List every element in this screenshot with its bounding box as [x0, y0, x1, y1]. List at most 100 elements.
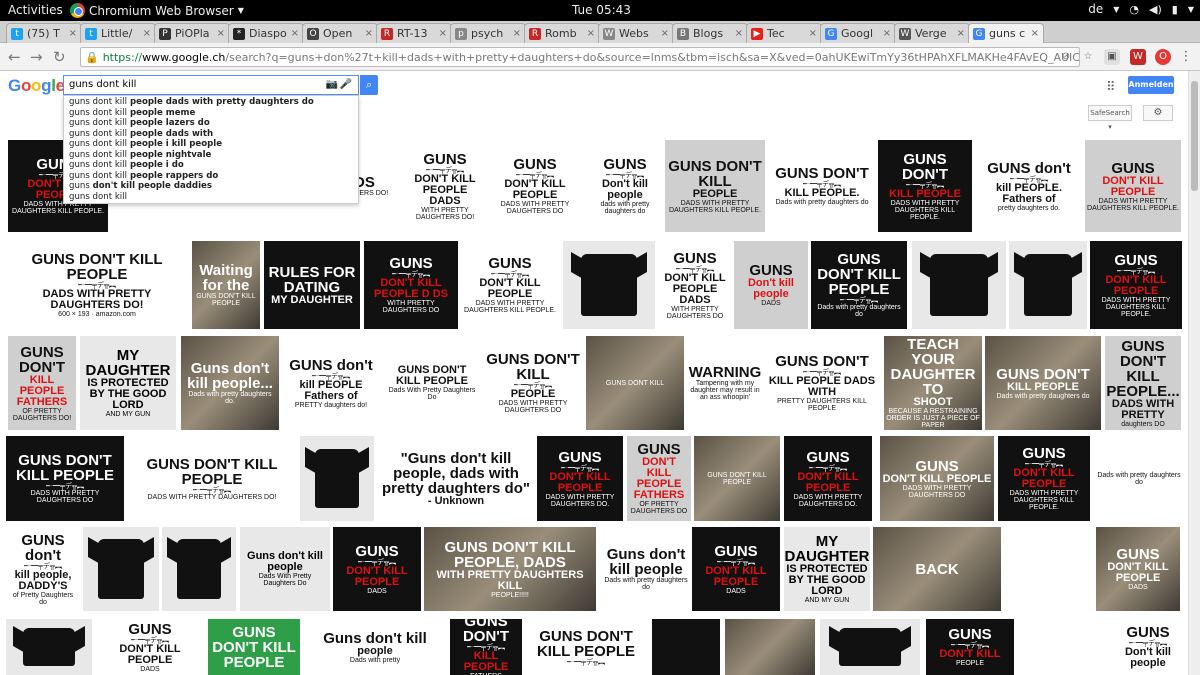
browser-tab[interactable]: W Verge ×: [894, 23, 970, 43]
image-result[interactable]: Guns don't kill people Dads With Pretty D…: [240, 527, 330, 611]
image-result[interactable]: GUNS DON'T KILL PEOPLE ╾━╤デ╦︻ DADS WITH PR…: [8, 241, 186, 329]
image-result[interactable]: GUNS Don't kill people DADS: [734, 241, 808, 329]
image-result[interactable]: [912, 241, 1006, 329]
close-tab-icon[interactable]: ×: [67, 28, 77, 39]
browser-tab[interactable]: W Webs ×: [598, 23, 674, 43]
close-tab-icon[interactable]: ×: [437, 28, 447, 39]
image-result[interactable]: GUNS DONT KILL: [586, 336, 684, 430]
browser-tab[interactable]: Gguns c ×: [968, 23, 1044, 43]
menu-icon[interactable]: ⋮: [1178, 49, 1194, 65]
image-result[interactable]: Guns don't kill people Dads with pretty d…: [599, 527, 693, 611]
close-tab-icon[interactable]: ×: [807, 28, 817, 39]
close-tab-icon[interactable]: ×: [955, 28, 965, 39]
image-result[interactable]: [1009, 241, 1087, 329]
image-result[interactable]: GUNS ╾━╤デ╦︻ DON'T KILL PEOPLE DADS WITH PRE…: [405, 140, 485, 232]
image-result[interactable]: [1004, 527, 1092, 611]
activities-button[interactable]: Activities: [8, 3, 63, 17]
image-result[interactable]: GUNS DON'T KILL PEOPLE DADS WITH PRETTY DA…: [880, 436, 994, 521]
image-result[interactable]: Waiting for the GUNS DON'T KILL PEOPLE: [192, 241, 260, 329]
image-result[interactable]: GUNS DON'T KILL PEOPLE, DADS WITH PRETTY …: [424, 527, 596, 611]
extension-icon[interactable]: ▣: [1104, 49, 1120, 65]
image-result[interactable]: [83, 527, 159, 611]
close-tab-icon[interactable]: ×: [1029, 28, 1039, 39]
image-result[interactable]: Guns don't kill people... Dads with prett…: [181, 336, 279, 430]
close-tab-icon[interactable]: ×: [289, 28, 299, 39]
suggestion-item[interactable]: guns dont kill: [64, 192, 358, 203]
image-result[interactable]: GUNS ╾━╤デ╦︻ Don't kill people dads with pre…: [587, 140, 663, 232]
suggestion-item[interactable]: guns dont kill people meme: [64, 108, 358, 119]
suggestion-item[interactable]: guns dont kill people i kill people: [64, 139, 358, 150]
image-result[interactable]: GUNS DON'T KILL PEOPLE: [208, 619, 300, 675]
image-result[interactable]: GUNS DON'T ╾━╤デ╦︻ KILL PEOPLE DADS WITH PRE…: [764, 336, 880, 430]
safesearch-button[interactable]: SafeSearch ▾: [1088, 105, 1132, 131]
image-result[interactable]: BACK: [873, 527, 1001, 611]
image-result[interactable]: GUNS DON'T╾━╤デ╦︻KILL PEOPLEFATHERS: [450, 619, 522, 675]
browser-tab[interactable]: p psych ×: [450, 23, 526, 43]
suggestion-item[interactable]: guns don't kill people daddies: [64, 181, 358, 192]
bookmark-star-icon[interactable]: ☆: [1080, 49, 1096, 65]
image-result[interactable]: GUNS DON'T KILL PEOPLE FATHERS OF PRETTY D…: [8, 336, 76, 430]
suggestion-item[interactable]: guns dont kill people nightvale: [64, 150, 358, 161]
image-result[interactable]: Guns don't kill people Dads with pretty: [304, 619, 446, 675]
suggestion-item[interactable]: guns dont kill people lazers do: [64, 118, 358, 129]
image-result[interactable]: GUNS DON'T KILL PEOPLE... DADS WITH PRETT…: [1105, 336, 1181, 430]
browser-tab[interactable]: P PiOPla ×: [154, 23, 230, 43]
image-result[interactable]: GUNS DON'T KILL PEOPLE ╾━╤デ╦︻ DADS WITH PR…: [128, 436, 296, 521]
image-result[interactable]: MY DAUGHTER IS PROTECTED BY THE GOOD LORD…: [784, 527, 870, 611]
close-tab-icon[interactable]: ×: [215, 28, 225, 39]
image-result[interactable]: GUNS DON'T KILL PEOPLE DADS WITH PRETTY DA…: [665, 140, 765, 232]
image-result[interactable]: GUNS ╾━╤デ╦︻ DON'T KILL PEOPLE DADS: [95, 619, 205, 675]
image-result[interactable]: GUNS ╾━╤デ╦︻ Don't kill people: [1110, 619, 1186, 675]
address-bar[interactable]: 🔒 https://www.google.ch/search?q=guns+do…: [80, 47, 1080, 67]
camera-icon[interactable]: 📷: [326, 79, 338, 90]
image-result[interactable]: GUNS ╾━╤デ╦︻ DON'T KILL PEOPLE DADS WITH PRE…: [1090, 241, 1182, 329]
image-result[interactable]: GUNS ╾━╤デ╦︻ DON'T KILL PEOPLE DADS WITH PRE…: [487, 140, 583, 232]
image-result[interactable]: GUNS DON'T ╾━╤デ╦︻ KILL PEOPLE. Dads with pr…: [772, 140, 872, 232]
suggestion-item[interactable]: guns dont kill people i do: [64, 160, 358, 171]
image-result[interactable]: GUNS don't ╾━╤デ╦︻ kill people, DADDY'S of P…: [6, 527, 80, 611]
image-result[interactable]: [563, 241, 655, 329]
sign-in-button[interactable]: Anmelden: [1128, 76, 1174, 94]
browser-tab[interactable]: t Little/ ×: [80, 23, 156, 43]
image-result[interactable]: GUNS ╾━╤デ╦︻ DON'T KILL PEOPLE DADS WITH PRE…: [537, 436, 623, 521]
close-tab-icon[interactable]: ×: [511, 28, 521, 39]
image-result[interactable]: GUNS DON'T KILL PEOPLE Dads With Pretty D…: [383, 336, 481, 430]
image-result[interactable]: [1020, 619, 1106, 675]
extension-w-icon[interactable]: W: [1130, 49, 1146, 65]
browser-tab[interactable]: O Open ×: [302, 23, 378, 43]
image-result[interactable]: GUNS ╾━╤デ╦︻ DON'T KILL PEOPLE DADS WITH PRE…: [660, 241, 730, 329]
image-result[interactable]: TEACH YOUR DAUGHTER TO SHOOT BECAUSE A RES…: [884, 336, 982, 430]
image-result[interactable]: GUNS ╾━╤デ╦︻ DON'T KILL PEOPLE DADS WITH PRE…: [784, 436, 872, 521]
camera-blocked-icon[interactable]: ⊘: [1058, 49, 1074, 65]
image-result[interactable]: GUNS DON'T KILL PEOPLE: [694, 436, 780, 521]
browser-tab[interactable]: t (75) T ×: [6, 23, 82, 43]
apps-grid-icon[interactable]: ⠿: [1106, 80, 1116, 95]
image-result[interactable]: GUNS don't ╾━╤デ╦︻ kill PEOPLE. Fathers of p…: [979, 140, 1079, 232]
settings-button[interactable]: ⚙: [1143, 105, 1173, 121]
image-result[interactable]: [652, 619, 720, 675]
image-result[interactable]: GUNS ╾━╤デ╦︻ DON'T KILL PEOPLE DADS: [692, 527, 780, 611]
image-result[interactable]: RULES FOR DATING MY DAUGHTER: [264, 241, 360, 329]
reload-button[interactable]: ↻: [53, 48, 66, 66]
image-result[interactable]: GUNS ╾━╤デ╦︻ DON'T KILL PEOPLE: [926, 619, 1014, 675]
close-tab-icon[interactable]: ×: [881, 28, 891, 39]
suggestion-item[interactable]: guns dont kill people rappers do: [64, 171, 358, 182]
image-result[interactable]: "Guns don't kill people, dads with prett…: [377, 436, 535, 521]
keyboard-layout[interactable]: de: [1088, 2, 1103, 16]
system-tray[interactable]: de ▼ ◔ ◀) ▮ ▼: [1088, 2, 1194, 16]
image-result[interactable]: GUNS DON'T KILL PEOPLE ╾━╤デ╦︻ Dads with pr…: [811, 241, 907, 329]
image-result[interactable]: GUNS ╾━╤デ╦︻ DON'T KILL PEOPLE DADS WITH PRE…: [998, 436, 1090, 521]
image-result[interactable]: GUNS don't ╾━╤デ╦︻ kill PEOPLE Fathers of PR…: [283, 336, 379, 430]
ublock-icon[interactable]: O: [1155, 49, 1171, 65]
browser-tab[interactable]: * Diaspo ×: [228, 23, 304, 43]
page-scrollbar[interactable]: [1188, 71, 1200, 675]
image-result[interactable]: GUNS DON'T KILL PEOPLE Dads with pretty da…: [985, 336, 1101, 430]
image-result[interactable]: [6, 619, 92, 675]
image-result[interactable]: [820, 619, 920, 675]
browser-tab[interactable]: R Romb ×: [524, 23, 600, 43]
suggestion-item[interactable]: guns dont kill people dads with: [64, 129, 358, 140]
image-result[interactable]: GUNS DON'T KILL PEOPLE FATHERS OF PRETTY D…: [627, 436, 691, 521]
image-result[interactable]: GUNS DON'T KILL PEOPLE ╾━╤デ╦︻: [525, 619, 647, 675]
image-result[interactable]: GUNS ╾━╤デ╦︻ DON'T KILL PEOPLE DADS: [333, 527, 421, 611]
close-tab-icon[interactable]: ×: [141, 28, 151, 39]
